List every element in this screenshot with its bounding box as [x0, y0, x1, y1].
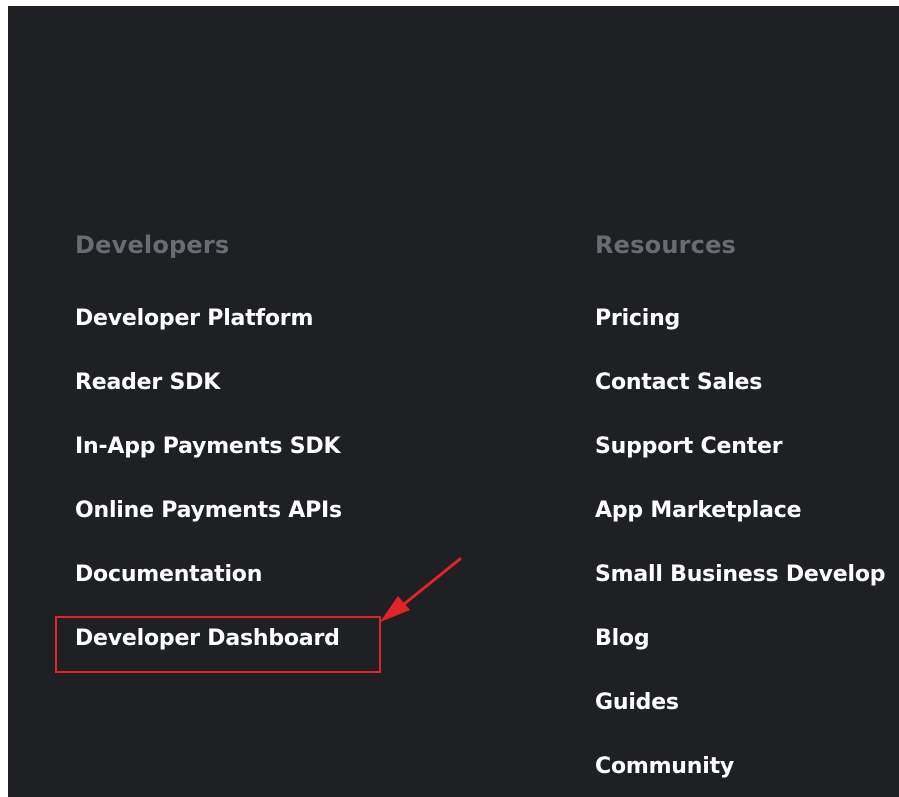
link-small-business-developers[interactable]: Small Business Develop	[595, 562, 886, 587]
link-contact-sales[interactable]: Contact Sales	[595, 370, 762, 395]
link-app-marketplace[interactable]: App Marketplace	[595, 498, 802, 523]
footer-nav: Developers Developer Platform Reader SDK…	[8, 6, 899, 797]
link-online-payments-apis[interactable]: Online Payments APIs	[75, 498, 342, 523]
developers-heading: Developers	[75, 231, 230, 259]
link-in-app-payments-sdk[interactable]: In-App Payments SDK	[75, 434, 341, 459]
link-documentation[interactable]: Documentation	[75, 562, 262, 587]
red-arrow-icon	[380, 557, 462, 622]
link-developer-platform[interactable]: Developer Platform	[75, 306, 313, 331]
link-blog[interactable]: Blog	[595, 626, 650, 651]
link-pricing[interactable]: Pricing	[595, 306, 680, 331]
link-guides[interactable]: Guides	[595, 690, 679, 715]
link-support-center[interactable]: Support Center	[595, 434, 783, 459]
highlight-box	[55, 616, 381, 673]
link-community[interactable]: Community	[595, 754, 734, 779]
link-reader-sdk[interactable]: Reader SDK	[75, 370, 220, 395]
resources-heading: Resources	[595, 231, 737, 259]
